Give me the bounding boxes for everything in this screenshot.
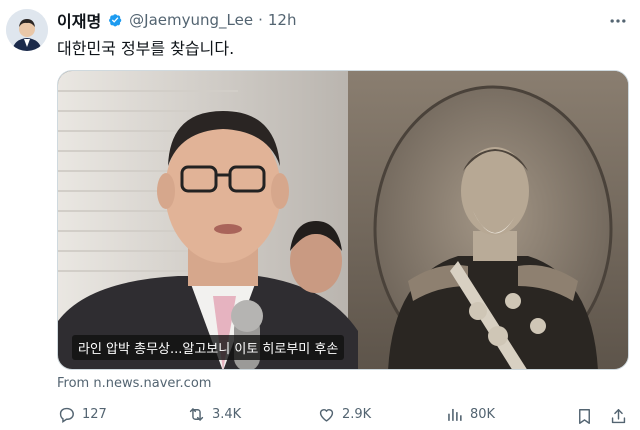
repost-icon bbox=[189, 408, 204, 421]
repost-count: 3.4K bbox=[212, 407, 242, 422]
repost-button[interactable]: 3.4K bbox=[187, 405, 241, 424]
bookmark-button[interactable] bbox=[573, 405, 595, 427]
link-source[interactable]: From n.news.naver.com bbox=[57, 376, 211, 391]
more-icon bbox=[610, 19, 626, 23]
reply-icon bbox=[59, 407, 74, 423]
tweet-text: 대한민국 정부를 찾습니다. bbox=[57, 39, 235, 58]
news-photo bbox=[58, 71, 628, 369]
like-count: 2.9K bbox=[342, 407, 372, 422]
separator-dot: · bbox=[258, 11, 263, 29]
reply-count: 127 bbox=[82, 407, 107, 422]
bookmark-icon bbox=[578, 408, 590, 424]
verified-badge-icon bbox=[106, 11, 124, 29]
share-button[interactable] bbox=[607, 405, 629, 427]
media-card[interactable]: 라인 압박 총무상...알고보니 이토 히로부미 후손 bbox=[57, 70, 629, 370]
share-icon bbox=[611, 408, 625, 423]
action-bar: 127 3.4K 2.9K 80K bbox=[57, 405, 629, 427]
views-button[interactable]: 80K bbox=[445, 405, 495, 424]
like-icon bbox=[319, 409, 334, 422]
author-handle[interactable]: @Jaemyung_Lee bbox=[129, 11, 253, 29]
views-icon bbox=[448, 408, 462, 421]
views-count: 80K bbox=[470, 407, 496, 422]
timestamp[interactable]: 12h bbox=[268, 11, 297, 29]
like-button[interactable]: 2.9K bbox=[317, 405, 371, 424]
author-name[interactable]: 이재명 bbox=[57, 8, 101, 32]
reply-button[interactable]: 127 bbox=[57, 405, 107, 424]
avatar[interactable] bbox=[6, 9, 48, 51]
tweet-header: 이재명 @Jaemyung_Lee · 12h bbox=[57, 9, 296, 31]
media-caption: 라인 압박 총무상...알고보니 이토 히로부미 후손 bbox=[72, 335, 345, 360]
more-button[interactable] bbox=[604, 10, 632, 32]
